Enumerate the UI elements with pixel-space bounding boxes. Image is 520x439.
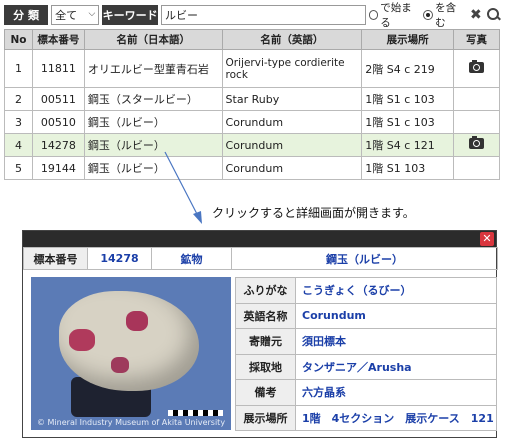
field-value: こうぎょく（るびー） [295, 277, 497, 304]
cell-name-en: Star Ruby [221, 87, 363, 111]
photo-scale-bar [168, 410, 223, 416]
table-row[interactable]: 2 00511 鋼玉（スタールビー） Star Ruby 1階 S1 c 103 [4, 87, 500, 111]
cell-no: 2 [4, 87, 33, 111]
search-icon[interactable] [486, 8, 500, 22]
col-header-name-en: 名前（英語） [221, 29, 363, 50]
field-value: 須田標本 [295, 328, 497, 355]
col-header-location: 展示場所 [361, 29, 455, 50]
cell-no: 3 [4, 110, 33, 134]
keyword-label: キーワード [102, 5, 159, 25]
chevron-down-icon: ⌵ [88, 9, 96, 19]
camera-icon[interactable] [469, 59, 485, 73]
photo-gem [111, 357, 129, 373]
specimen-name: 鋼玉（ルビー） [231, 247, 498, 270]
detail-dialog: ✕ 標本番号 14278 鉱物 鋼玉（ルビー） © Mineral Indust… [22, 230, 498, 438]
detail-field-row: 採取地 タンザニア／Arusha [235, 353, 497, 380]
cell-photo [453, 87, 500, 111]
table-row[interactable]: 3 00510 鋼玉（ルビー） Corundum 1階 S1 c 103 [4, 110, 500, 134]
field-label: 備考 [235, 379, 296, 406]
cell-id: 19144 [31, 156, 85, 180]
photo-credit: © Mineral Industry Museum of Akita Unive… [37, 418, 226, 427]
cell-location: 1階 S1 c 103 [361, 87, 455, 111]
table-row[interactable]: 1 11811 オリエルビー型菫青石岩 Orijervi-type cordie… [4, 49, 500, 88]
field-value: タンザニア／Arusha [295, 353, 497, 380]
cell-name-ja: 鋼玉（ルビー） [83, 110, 223, 134]
dialog-titlebar: ✕ [23, 231, 496, 247]
pointer-arrow-icon [164, 151, 202, 224]
cell-id: 00510 [31, 110, 85, 134]
table-header-row: No 標本番号 名前（日本語） 名前（英語） 展示場所 写真 [4, 29, 500, 50]
cell-photo [453, 133, 500, 157]
col-header-id: 標本番号 [31, 29, 85, 50]
category-select-value: 全て [55, 9, 78, 22]
field-label: 採取地 [235, 353, 296, 380]
camera-icon[interactable] [469, 136, 485, 149]
close-icon[interactable]: ✕ [480, 232, 494, 246]
table-row[interactable]: 5 19144 鋼玉（ルビー） Corundum 1階 S1 103 [4, 156, 500, 180]
radio-starts-with-label: で始まる [380, 2, 412, 29]
col-header-photo: 写真 [453, 29, 500, 50]
radio-starts-with[interactable]: で始まる [368, 0, 421, 30]
field-value: 六方晶系 [295, 379, 497, 406]
radio-selected-icon [423, 10, 434, 20]
detail-header-table: 標本番号 14278 鉱物 鋼玉（ルビー） [23, 247, 498, 270]
detail-field-row: 備考 六方晶系 [235, 379, 497, 406]
cell-name-ja: 鋼玉（スタールビー） [83, 87, 223, 111]
cell-no: 5 [4, 156, 33, 180]
field-value: 1階 4セクション 展示ケース 121 [295, 404, 497, 431]
detail-field-row: 寄贈元 須田標本 [235, 328, 497, 355]
field-label: ふりがな [235, 277, 296, 304]
cell-name-en: Corundum [221, 133, 363, 157]
category-select[interactable]: 全て ⌵ [51, 5, 100, 25]
col-header-no: No [4, 29, 33, 50]
cell-name-en: Corundum [221, 110, 363, 134]
detail-field-row: ふりがな こうぎょく（るびー） [235, 277, 497, 304]
specimen-photo: © Mineral Industry Museum of Akita Unive… [31, 277, 231, 430]
detail-field-row: 英語名称 Corundum [235, 302, 497, 329]
radio-icon [368, 10, 379, 20]
cell-name-ja: オリエルビー型菫青石岩 [83, 49, 223, 88]
cell-photo [453, 110, 500, 134]
category-label: 分 類 [4, 5, 49, 25]
field-value: Corundum [295, 302, 497, 329]
cell-no: 4 [4, 133, 33, 157]
specimen-number-value: 14278 [87, 247, 152, 270]
cell-location: 2階 S4 c 219 [361, 49, 455, 88]
radio-contains[interactable]: を含む [423, 0, 465, 30]
cell-no: 1 [4, 49, 33, 88]
search-bar: 分 類 全て ⌵ キーワード ルビー で始まる を含む ✖ [4, 2, 500, 29]
cell-photo [453, 156, 500, 180]
detail-fields-table: ふりがな こうぎょく（るびー） 英語名称 Corundum 寄贈元 須田標本 採… [235, 277, 497, 431]
instruction-caption: クリックすると詳細画面が開きます。 [212, 206, 415, 220]
specimen-number-label: 標本番号 [23, 247, 88, 270]
table-row-selected[interactable]: 4 14278 鋼玉（ルビー） Corundum 1階 S4 c 121 [4, 133, 500, 157]
cell-location: 1階 S1 103 [361, 156, 455, 180]
cell-photo [453, 49, 500, 88]
cell-id: 00511 [31, 87, 85, 111]
clear-icon[interactable]: ✖ [468, 7, 483, 23]
col-header-name-ja: 名前（日本語） [83, 29, 223, 50]
field-label: 展示場所 [235, 404, 296, 431]
specimen-type: 鉱物 [151, 247, 232, 270]
field-label: 寄贈元 [235, 328, 296, 355]
cell-name-en: Corundum [221, 156, 363, 180]
detail-field-row: 展示場所 1階 4セクション 展示ケース 121 [235, 404, 497, 431]
keyword-input[interactable]: ルビー [161, 5, 366, 25]
results-table: No 標本番号 名前（日本語） 名前（英語） 展示場所 写真 1 11811 オ… [4, 29, 500, 180]
cell-location: 1階 S1 c 103 [361, 110, 455, 134]
cell-location: 1階 S4 c 121 [361, 133, 455, 157]
cell-id: 14278 [31, 133, 85, 157]
photo-gem [69, 329, 95, 351]
cell-name-en: Orijervi-type cordierite rock [221, 49, 363, 88]
radio-contains-label: を含む [435, 2, 457, 29]
photo-gem [126, 311, 148, 331]
field-label: 英語名称 [235, 302, 296, 329]
cell-id: 11811 [31, 49, 85, 88]
